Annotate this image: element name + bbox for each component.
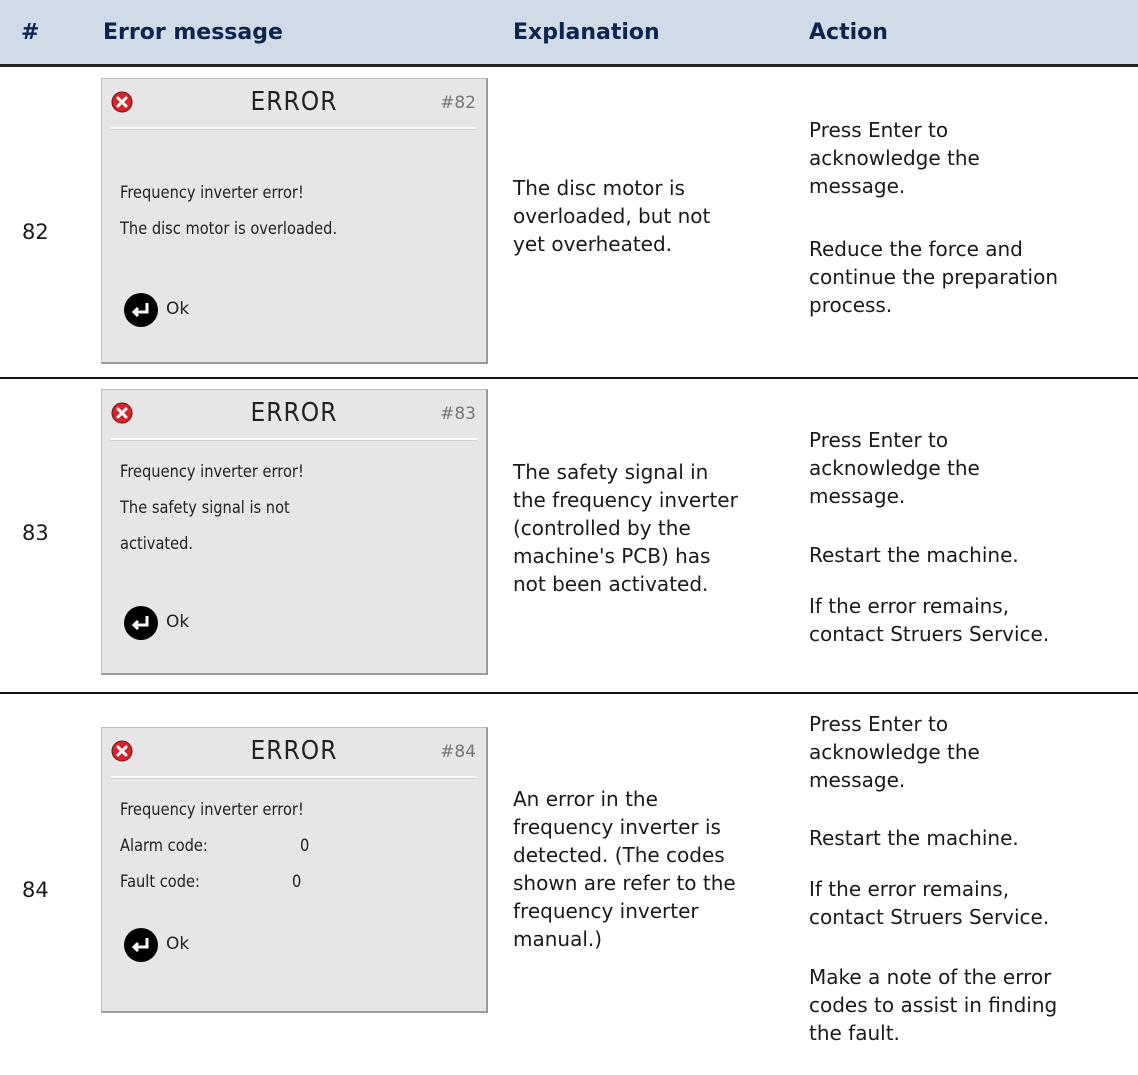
enter-return-icon (124, 606, 158, 640)
action-step: Restart the machine. (809, 826, 1019, 850)
explanation-text: The disc motor is overloaded, but not ye… (513, 176, 711, 256)
enter-return-icon (124, 928, 158, 962)
error-screen: ERROR #84 Frequency inverter error! Alar… (101, 727, 488, 1013)
screen-line: Frequency inverter error! (120, 462, 304, 482)
ok-label: Ok (166, 612, 190, 632)
action-step: Make a note of the error codes to assist… (809, 965, 1058, 1045)
error-screen: ERROR #83 Frequency inverter error! The … (101, 389, 488, 675)
screen-title: ERROR (250, 87, 338, 117)
action-step: Press Enter to acknowledge the message. (809, 118, 980, 198)
error-number: 82 (22, 220, 49, 244)
alarm-code-value: 0 (300, 836, 310, 856)
screen-line: Frequency inverter error! (120, 800, 304, 820)
screen-error-code: #82 (440, 93, 476, 113)
screen-title: ERROR (250, 736, 338, 766)
header-action: Action (809, 20, 888, 45)
screen-title: ERROR (250, 398, 338, 428)
screen-line: The disc motor is overloaded. (120, 219, 338, 239)
error-number: 84 (22, 878, 49, 902)
action-step: Press Enter to acknowledge the message. (809, 712, 980, 792)
explanation-text: The safety signal in the frequency inver… (513, 460, 738, 596)
screen-error-code: #83 (440, 404, 476, 424)
screen-line: Frequency inverter error! (120, 183, 304, 203)
action-step: Restart the machine. (809, 543, 1019, 567)
screen-divider (111, 127, 477, 130)
fault-code-label: Fault code: (120, 872, 200, 892)
action-step: If the error remains, contact Struers Se… (809, 877, 1050, 929)
action-step: If the error remains, contact Struers Se… (809, 594, 1050, 646)
screen-error-code: #84 (440, 742, 476, 762)
action-step: Press Enter to acknowledge the message. (809, 428, 980, 508)
table-header: # Error message Explanation Action (0, 0, 1138, 67)
error-number: 83 (22, 521, 49, 545)
row-divider (0, 377, 1138, 379)
screen-line: activated. (120, 534, 194, 554)
header-error-message: Error message (103, 20, 283, 45)
alarm-code-label: Alarm code: (120, 836, 208, 856)
ok-label: Ok (166, 299, 190, 319)
header-explanation: Explanation (513, 20, 660, 45)
screen-divider (111, 438, 477, 441)
screen-line: The safety signal is not (120, 498, 290, 518)
row-divider (0, 692, 1138, 694)
error-screen: ERROR #82 Frequency inverter error! The … (101, 78, 488, 364)
explanation-text: An error in the frequency inverter is de… (513, 787, 736, 951)
ok-label: Ok (166, 934, 190, 954)
enter-return-icon (124, 293, 158, 327)
fault-code-value: 0 (292, 872, 302, 892)
action-step: Reduce the force and continue the prepar… (809, 237, 1059, 317)
screen-divider (111, 776, 477, 779)
header-number: # (21, 20, 40, 45)
